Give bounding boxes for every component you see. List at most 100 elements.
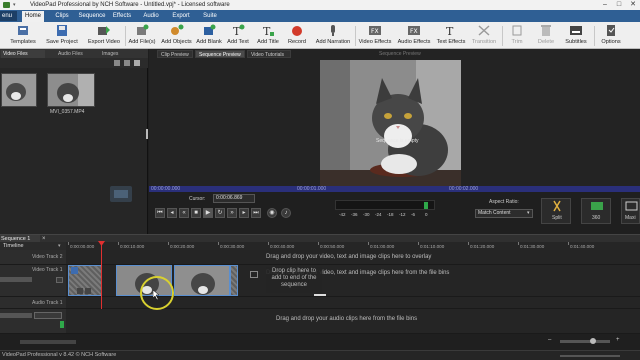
timeline-ruler[interactable]: 0:00:00.000 0:00:10.000 0:00:20.000 0:00:30… [66, 242, 640, 250]
tab-audio-files[interactable]: Audio Files [56, 50, 96, 58]
rewind-icon[interactable]: « [179, 208, 189, 218]
track-resize-handle[interactable] [314, 294, 326, 296]
close-icon[interactable]: ✕ [626, 0, 640, 10]
maximize-icon[interactable]: □ [612, 0, 626, 10]
volume-icon[interactable]: ♪ [281, 208, 291, 218]
horizontal-scrollbar[interactable] [20, 340, 76, 344]
zoom-slider[interactable] [560, 340, 610, 343]
play-icon[interactable]: ▶ [203, 208, 213, 218]
stop-icon[interactable]: ■ [191, 208, 201, 218]
clip-crop-icon[interactable] [85, 288, 91, 294]
video-overlay-text: Sequence is empty [376, 138, 419, 144]
zoom-in-icon[interactable]: + [616, 337, 620, 343]
video-track-1-header: Video Track 1 [0, 265, 66, 297]
next-frame-icon[interactable]: ▸ [239, 208, 249, 218]
main-menu-button[interactable]: enu [0, 11, 17, 21]
bin-delete-icon[interactable] [114, 60, 120, 66]
tab-sequence[interactable]: Sequence [77, 11, 107, 22]
status-zoom-track [560, 355, 620, 357]
go-to-end-icon[interactable]: ⏭ [251, 208, 261, 218]
title-bar: ▾ VideoPad Professional by NCH Software … [0, 0, 640, 10]
export-video-button[interactable]: Export Video [86, 24, 122, 48]
audio-track-1-header: Audio Track 1 [0, 297, 66, 309]
bin-list-view-icon[interactable] [124, 60, 130, 66]
video-track-2-area[interactable]: Drag and drop your video, text and image… [66, 250, 640, 265]
playhead-line[interactable] [101, 243, 102, 309]
quick-access-icon[interactable]: ▾ [13, 2, 25, 8]
add-title-button[interactable]: T Add Title [256, 24, 280, 48]
text-effects-button[interactable]: T Text Effects [434, 24, 468, 48]
templates-button[interactable]: Templates [8, 24, 38, 48]
add-objects-button[interactable]: Add Objects [160, 24, 193, 48]
tab-clips[interactable]: Clips [52, 11, 72, 22]
tab-sequence-preview[interactable]: Sequence Preview [195, 50, 245, 58]
split-button[interactable]: Split [541, 198, 571, 224]
tab-effects[interactable]: Effects [110, 11, 134, 22]
track-lock-icon[interactable] [56, 277, 63, 283]
tab-export[interactable]: Export [169, 11, 193, 22]
tab-video-files[interactable]: Video Files [1, 50, 45, 58]
add-narration-button[interactable]: Add Narration [314, 24, 352, 48]
tab-video-tutorials[interactable]: Video Tutorials [247, 50, 291, 58]
split-scissors-icon [553, 200, 561, 212]
previous-frame-icon[interactable]: ◂ [167, 208, 177, 218]
home-toolbar: Templates Save Project Export Video Add … [0, 22, 640, 49]
timeline-clip-end[interactable] [230, 265, 238, 296]
maximize-preview-button[interactable]: Maxi [621, 198, 640, 224]
add-blank-button[interactable]: Add Blank [196, 24, 222, 48]
tab-home[interactable]: Home [22, 11, 44, 22]
options-button[interactable]: Options [598, 24, 624, 48]
fast-forward-icon[interactable]: » [227, 208, 237, 218]
toolbar-divider [594, 26, 595, 46]
minimize-icon[interactable]: – [598, 0, 612, 10]
video-track-1-label: Video Track 1 [32, 267, 63, 273]
audio-volume-slider[interactable] [0, 313, 32, 318]
trim-button[interactable]: Trim [507, 24, 527, 48]
ruler-tick-label: 0:00:50.000 [320, 244, 345, 249]
bin-file-name: MVI_0357.MP4 [50, 109, 85, 115]
aspect-ratio-select[interactable]: Match Content [475, 209, 533, 218]
window-controls: – □ ✕ [598, 0, 640, 10]
timeline-video-clip[interactable] [174, 265, 230, 296]
ruler-tick [418, 242, 419, 245]
ruler-tick-label: 0:00:10.000 [120, 244, 145, 249]
audio-effects-button[interactable]: FX Audio Effects [396, 24, 432, 48]
ruler-tick [518, 242, 519, 245]
zoom-slider-thumb[interactable] [590, 338, 596, 344]
bin-clip-thumbnail[interactable] [1, 73, 37, 107]
add-text-button[interactable]: T Add Text [226, 24, 250, 48]
track-volume-slider[interactable] [0, 277, 32, 282]
delete-button[interactable]: Delete [535, 24, 557, 48]
clip-effect-icon[interactable] [71, 267, 78, 274]
go-to-start-icon[interactable]: ⏮ [155, 208, 165, 218]
snapshot-icon[interactable]: ◉ [267, 208, 277, 218]
bin-grid-view-icon[interactable] [134, 60, 140, 66]
bin-clip-thumbnail[interactable] [47, 73, 95, 107]
bin-toolbar [0, 58, 148, 68]
subtitles-button[interactable]: Subtitles [562, 24, 590, 48]
timeline-dropdown-icon[interactable]: ▾ [58, 243, 61, 249]
panel-splitter-handle[interactable] [146, 129, 148, 139]
clip-fx-icon[interactable] [77, 288, 83, 294]
timeline-clip-transition[interactable] [68, 265, 102, 296]
record-button[interactable]: Record [286, 24, 308, 48]
mouse-pointer-icon [153, 290, 160, 300]
loop-icon[interactable]: ↻ [215, 208, 225, 218]
tab-audio[interactable]: Audio [140, 11, 162, 22]
transition-button[interactable]: Transition [470, 24, 498, 48]
audio-track-1-area[interactable]: Drag and drop your audio clips here from… [66, 309, 640, 334]
timeline-footer: – + [0, 334, 640, 350]
zoom-out-icon[interactable]: – [548, 337, 551, 343]
save-project-button[interactable]: Save Project [43, 24, 81, 48]
tab-suite[interactable]: Suite [200, 11, 220, 22]
tab-clip-preview[interactable]: Clip Preview [157, 50, 193, 58]
export-video-icon [98, 26, 110, 35]
add-files-button[interactable]: Add File(s) [128, 24, 156, 48]
audio-track-options[interactable] [34, 312, 62, 319]
cursor-time-field[interactable]: 0:00:06.869 [213, 194, 255, 203]
view-360-button[interactable]: 360 [581, 198, 611, 224]
chevron-down-icon[interactable]: ▾ [527, 210, 530, 216]
tab-images[interactable]: Images [100, 50, 124, 58]
ribbon-tabs: enu Home Clips Sequence Effects Audio Ex… [0, 10, 640, 22]
video-effects-button[interactable]: FX Video Effects [357, 24, 393, 48]
